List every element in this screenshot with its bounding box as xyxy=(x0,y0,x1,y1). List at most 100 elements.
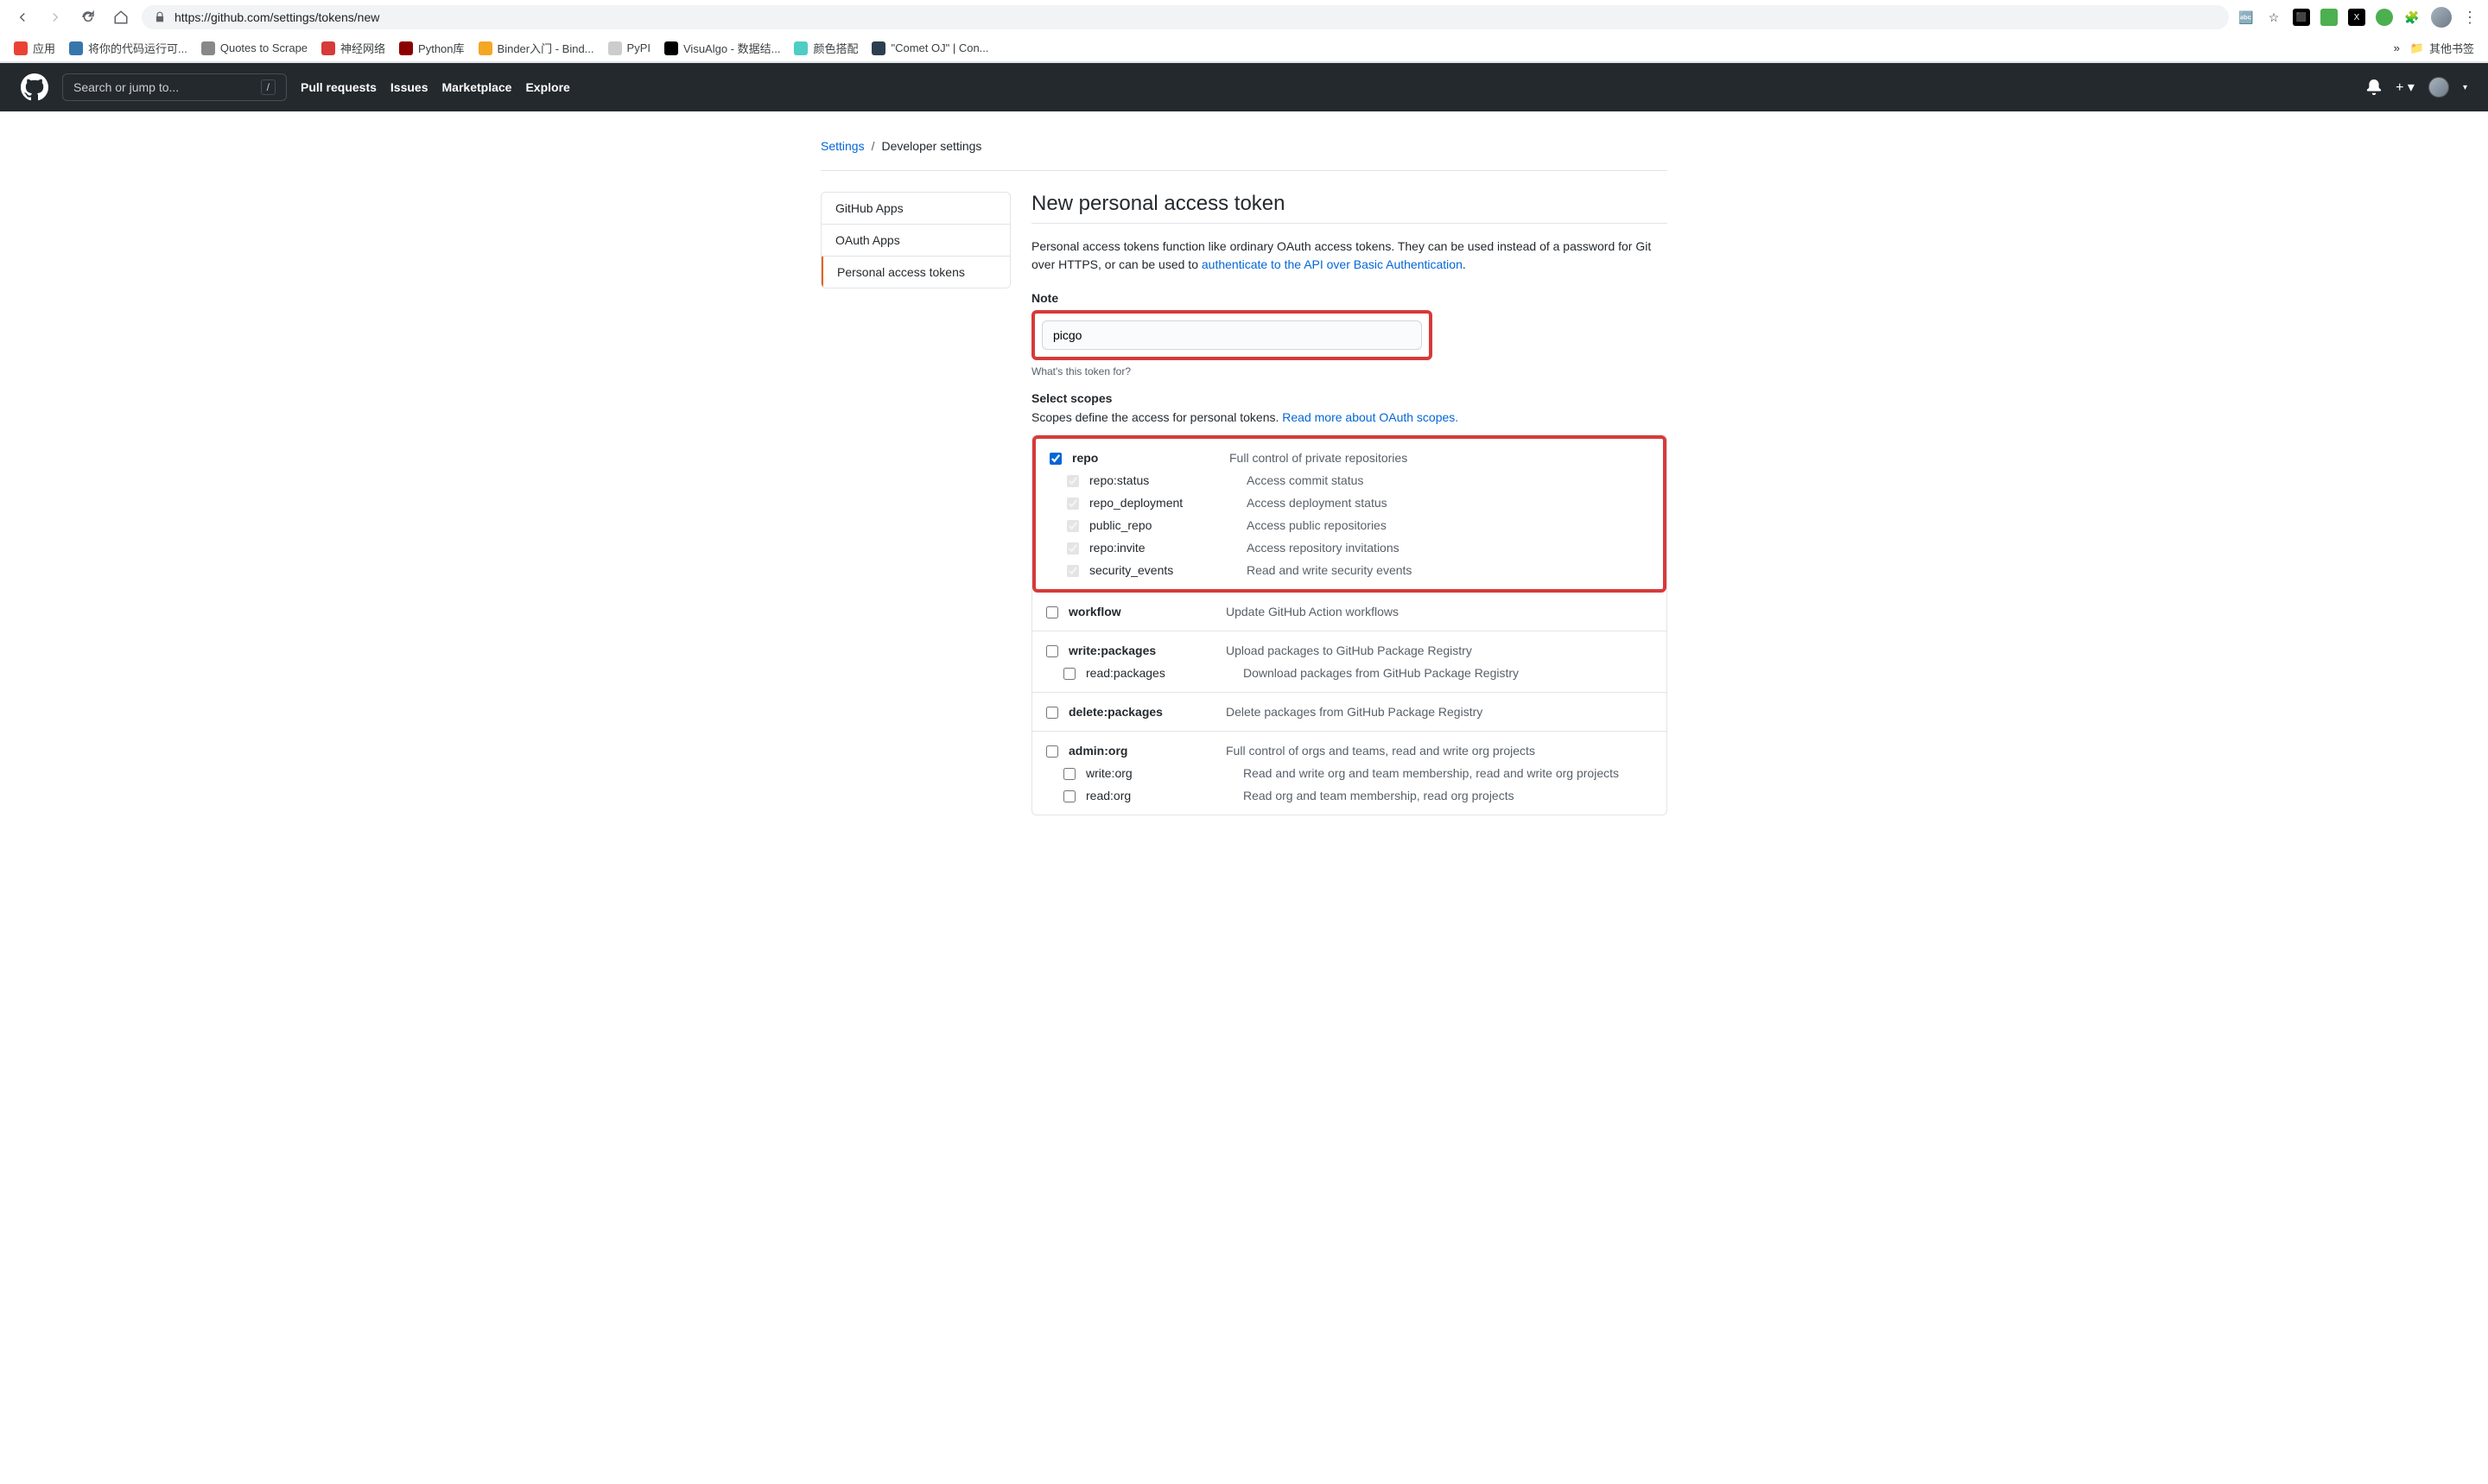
scope-checkbox-admin:org[interactable] xyxy=(1046,745,1058,758)
scope-checkbox-repo_deployment[interactable] xyxy=(1067,498,1079,510)
bookmark-item[interactable]: 应用 xyxy=(14,40,55,56)
bookmark-item[interactable]: VisuAlgo - 数据结... xyxy=(664,40,780,56)
scope-checkbox-repo:status[interactable] xyxy=(1067,475,1079,487)
scope-sub-desc: Download packages from GitHub Package Re… xyxy=(1243,666,1653,680)
scope-checkbox-public_repo[interactable] xyxy=(1067,520,1079,532)
bookmark-item[interactable]: Quotes to Scrape xyxy=(201,41,308,55)
scope-label: delete:packages xyxy=(1069,705,1215,719)
extensions-icon[interactable]: 🧩 xyxy=(2403,9,2421,26)
scopes-intro: Scopes define the access for personal to… xyxy=(1031,410,1667,424)
bookmark-favicon xyxy=(794,41,808,55)
scope-sub-label: repo_deployment xyxy=(1089,496,1236,510)
breadcrumb-current: Developer settings xyxy=(881,139,981,153)
lock-icon xyxy=(154,11,166,23)
other-bookmarks-folder[interactable]: 📁其他书签 xyxy=(2410,40,2474,56)
note-form-group: Note What's this token for? xyxy=(1031,291,1667,377)
bookmark-item[interactable]: 将你的代码运行可... xyxy=(69,40,187,56)
scope-group-repo: repo Full control of private repositorie… xyxy=(1032,435,1666,593)
browser-chrome: https://github.com/settings/tokens/new 🔤… xyxy=(0,0,2488,63)
page-title: New personal access token xyxy=(1031,192,1667,224)
scope-sub-label: write:org xyxy=(1086,766,1233,780)
bookmark-favicon xyxy=(14,41,28,55)
scope-checkbox-read:packages[interactable] xyxy=(1063,668,1076,680)
bell-icon[interactable] xyxy=(2366,79,2382,95)
extension-icon-4[interactable] xyxy=(2376,9,2393,26)
scope-group-delete-packages: delete:packages Delete packages from Git… xyxy=(1032,693,1666,732)
scope-label: write:packages xyxy=(1069,644,1215,657)
home-button[interactable] xyxy=(109,5,133,29)
bookmark-favicon xyxy=(69,41,83,55)
scope-checkbox-delete:packages[interactable] xyxy=(1046,707,1058,719)
intro-text: Personal access tokens function like ord… xyxy=(1031,238,1667,274)
scope-checkbox-repo:invite[interactable] xyxy=(1067,542,1079,555)
scope-checkbox-write:packages[interactable] xyxy=(1046,645,1058,657)
profile-avatar[interactable] xyxy=(2431,7,2452,28)
sidebar-item-github-apps[interactable]: GitHub Apps xyxy=(822,193,1010,225)
sidebar-item-personal-access-tokens[interactable]: Personal access tokens xyxy=(822,257,1010,288)
extension-icon-3[interactable]: X xyxy=(2348,9,2365,26)
scope-group-write-packages: write:packages Upload packages to GitHub… xyxy=(1032,631,1666,693)
note-label: Note xyxy=(1031,291,1667,305)
scope-sub-desc: Access commit status xyxy=(1247,473,1649,487)
forward-button[interactable] xyxy=(43,5,67,29)
scopes-heading: Select scopes xyxy=(1031,391,1667,405)
scopes-docs-link[interactable]: Read more about OAuth scopes. xyxy=(1282,410,1458,424)
bookmarks-overflow[interactable]: » xyxy=(2394,41,2400,54)
toolbar-right: 🔤 ☆ ⬛ X 🧩 ⋮ xyxy=(2237,7,2478,28)
add-menu[interactable]: + ▾ xyxy=(2396,79,2415,96)
note-input[interactable] xyxy=(1042,320,1422,350)
scope-desc: Full control of private repositories xyxy=(1229,451,1649,465)
github-logo-icon[interactable] xyxy=(21,73,48,101)
bookmark-item[interactable]: Binder入门 - Bind... xyxy=(479,40,594,56)
scope-checkbox-repo[interactable] xyxy=(1050,453,1062,465)
reload-button[interactable] xyxy=(76,5,100,29)
scope-sub-desc: Read and write org and team membership, … xyxy=(1243,766,1653,780)
user-menu-caret[interactable]: ▾ xyxy=(2463,83,2467,92)
scope-desc: Full control of orgs and teams, read and… xyxy=(1226,744,1653,758)
bookmark-item[interactable]: 颜色搭配 xyxy=(794,40,858,56)
bookmark-item[interactable]: "Comet OJ" | Con... xyxy=(872,41,988,55)
scope-sub-label: read:org xyxy=(1086,789,1233,802)
auth-docs-link[interactable]: authenticate to the API over Basic Authe… xyxy=(1202,257,1463,271)
nav-link-pull-requests[interactable]: Pull requests xyxy=(301,80,377,94)
note-highlight xyxy=(1031,310,1432,360)
scope-sub-label: public_repo xyxy=(1089,518,1236,532)
menu-button[interactable]: ⋮ xyxy=(2462,9,2478,27)
scope-sub-desc: Access deployment status xyxy=(1247,496,1649,510)
scope-sub-desc: Access public repositories xyxy=(1247,518,1649,532)
bookmark-favicon xyxy=(321,41,335,55)
extension-icon-2[interactable] xyxy=(2320,9,2338,26)
bookmark-favicon xyxy=(201,41,215,55)
scope-group-admin-org: admin:org Full control of orgs and teams… xyxy=(1032,732,1666,815)
sidebar-item-oauth-apps[interactable]: OAuth Apps xyxy=(822,225,1010,257)
nav-link-marketplace[interactable]: Marketplace xyxy=(442,80,512,94)
nav-link-explore[interactable]: Explore xyxy=(525,80,569,94)
bookmark-item[interactable]: 神经网络 xyxy=(321,40,385,56)
user-avatar[interactable] xyxy=(2428,77,2449,98)
star-icon[interactable]: ☆ xyxy=(2265,9,2282,26)
nav-link-issues[interactable]: Issues xyxy=(390,80,428,94)
back-button[interactable] xyxy=(10,5,35,29)
bookmarks-bar: 应用将你的代码运行可... Quotes to Scrape 神经网络 Python库… xyxy=(0,35,2488,62)
note-hint: What's this token for? xyxy=(1031,365,1667,377)
github-search[interactable]: Search or jump to... / xyxy=(62,73,287,101)
scope-group-workflow: workflow Update GitHub Action workflows xyxy=(1032,593,1666,631)
translate-icon[interactable]: 🔤 xyxy=(2237,9,2255,26)
scope-checkbox-write:org[interactable] xyxy=(1063,768,1076,780)
scopes-section: Select scopes Scopes define the access f… xyxy=(1031,391,1667,815)
bookmark-item[interactable]: PyPI xyxy=(608,41,651,55)
scope-checkbox-security_events[interactable] xyxy=(1067,565,1079,577)
scope-sub-desc: Access repository invitations xyxy=(1247,541,1649,555)
scope-desc: Update GitHub Action workflows xyxy=(1226,605,1653,618)
breadcrumb-settings-link[interactable]: Settings xyxy=(821,139,865,153)
scope-checkbox-workflow[interactable] xyxy=(1046,606,1058,618)
scopes-box: repo Full control of private repositorie… xyxy=(1031,434,1667,815)
scope-checkbox-read:org[interactable] xyxy=(1063,790,1076,802)
extension-icon-1[interactable]: ⬛ xyxy=(2293,9,2310,26)
url-bar[interactable]: https://github.com/settings/tokens/new xyxy=(142,5,2229,29)
bookmark-item[interactable]: Python库 xyxy=(399,40,464,56)
slash-key-hint: / xyxy=(261,79,276,95)
scope-label: admin:org xyxy=(1069,744,1215,758)
breadcrumb: Settings / Developer settings xyxy=(821,132,1667,171)
sidebar: GitHub AppsOAuth AppsPersonal access tok… xyxy=(821,192,1011,829)
